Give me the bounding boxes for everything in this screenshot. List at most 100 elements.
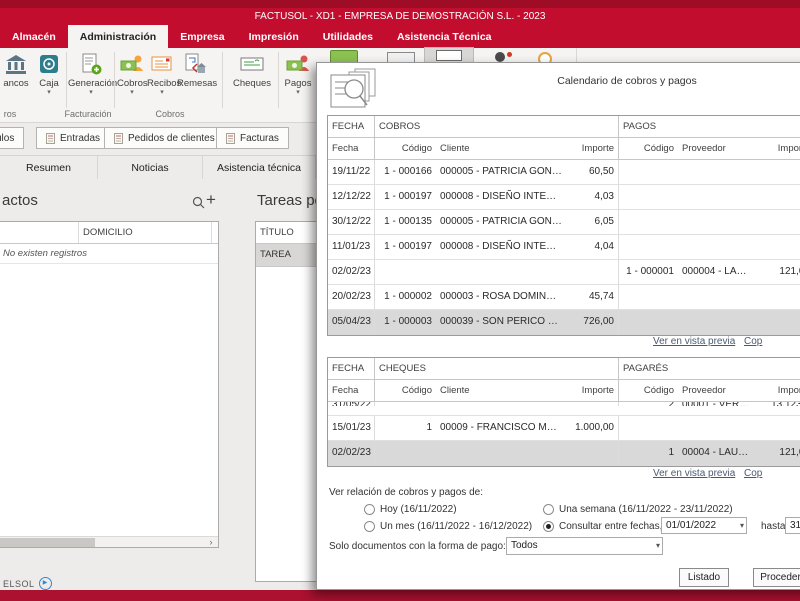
brand-area: ELSOL ▶ <box>3 577 52 590</box>
ribbon-separator <box>114 52 115 108</box>
proceder-button[interactable]: Proceder <box>753 568 800 587</box>
chevron-down-icon: ▾ <box>147 89 177 96</box>
ribbon-button-generacion[interactable]: Generación ▾ <box>68 52 114 96</box>
play-icon[interactable]: ▶ <box>39 577 52 590</box>
tab-asistencia-tecnica[interactable]: Asistencia técnica <box>203 156 316 179</box>
chevron-down-icon: ▾ <box>656 539 660 552</box>
radio-hoy[interactable] <box>364 504 375 515</box>
scrollbar-right-arrow[interactable]: › <box>205 537 217 547</box>
ribbon-group-label: Facturación <box>58 109 118 119</box>
chevron-down-icon: ▾ <box>117 89 147 96</box>
ribbon-button-bancos[interactable]: ancos <box>0 52 32 89</box>
search-icon[interactable] <box>192 196 205 209</box>
table-row[interactable]: 31/05/22 2 00001 - VERTICAL MADRID,... 1… <box>328 402 800 416</box>
table-row[interactable]: 30/12/22 1 - 000135 000005 - PATRICIA GO… <box>328 210 800 235</box>
menu-tab[interactable]: Impresión <box>237 25 311 48</box>
table-row[interactable]: 02/02/23 1 - 000001 000004 - LAURA MOLIN… <box>328 260 800 285</box>
radio-un-mes[interactable] <box>364 521 375 532</box>
horizontal-scrollbar[interactable]: › <box>0 536 218 547</box>
contacts-table: DOMICILIO No existen registros › <box>0 221 219 548</box>
table-row[interactable]: 02/02/23 1 00004 - LAURA MOLINA R... 121… <box>328 441 800 466</box>
scrollbar-thumb[interactable] <box>0 538 95 547</box>
desde-date-dropdown[interactable]: 01/01/2022 ▾ <box>661 517 747 534</box>
menu-tab[interactable]: Empresa <box>168 25 236 48</box>
calendar-icon <box>436 50 462 61</box>
column-header-row: Fecha Código Cliente Importe Código Prov… <box>328 138 800 160</box>
column-header-domicilio: DOMICILIO <box>79 227 211 238</box>
link-vista-previa[interactable]: Ver en vista previa <box>653 336 735 347</box>
radio-consultar-entre-fechas[interactable] <box>543 521 554 532</box>
menu-bar: AlmacénAdministraciónEmpresaImpresiónUti… <box>0 25 800 48</box>
top-strip <box>0 0 800 8</box>
ribbon-group-label: ros <box>0 109 20 119</box>
quicktab-facturas[interactable]: Facturas <box>216 127 289 149</box>
listado-button[interactable]: Listado <box>679 568 729 587</box>
tab-resumen[interactable]: Resumen <box>0 156 98 179</box>
add-contact-icon[interactable]: + <box>206 190 216 210</box>
radio-hoy-label: Hoy (16/11/2022) <box>380 504 457 515</box>
menu-tab[interactable]: Utilidades <box>311 25 385 48</box>
document-icon <box>114 133 123 144</box>
quicktab-pedidos-clientes[interactable]: Pedidos de clientes <box>104 127 225 149</box>
contacts-table-header: DOMICILIO <box>0 222 218 244</box>
menu-tab[interactable]: Asistencia Técnica <box>385 25 504 48</box>
link-copiar[interactable]: Cop <box>744 468 762 479</box>
ribbon-button-cheques[interactable]: Cheques <box>228 52 276 89</box>
ribbon-button-pagos[interactable]: Pagos ▾ <box>282 52 314 96</box>
ribbon-button-cobros[interactable]: Cobros ▾ <box>117 52 147 96</box>
money-person-red-icon <box>286 52 310 76</box>
chevron-down-icon: ▾ <box>282 89 314 96</box>
forma-pago-dropdown[interactable]: Todos ▾ <box>506 537 663 555</box>
bank-icon <box>4 52 28 76</box>
empty-records-text: No existen registros <box>0 248 90 259</box>
forma-pago-label: Solo documentos con la forma de pago: <box>329 541 506 552</box>
chevron-down-icon: ▾ <box>740 519 744 532</box>
column-header-row: Fecha Código Cliente Importe Código Prov… <box>328 380 800 402</box>
ribbon-button-recibos[interactable]: Recibos ▾ <box>147 52 177 96</box>
ribbon-button-remesas[interactable]: Remesas <box>177 52 213 89</box>
column-header-empty <box>0 222 79 243</box>
safe-icon <box>37 52 61 76</box>
filter-heading: Ver relación de cobros y pagos de: <box>329 487 483 498</box>
radio-una-semana-label: Una semana (16/11/2022 - 23/11/2022) <box>559 504 733 515</box>
group-header-row: FECHA COBROS PAGOS <box>328 116 800 138</box>
tasks-table: TÍTULO TAREA <box>255 221 325 582</box>
link-copiar[interactable]: Cop <box>744 336 762 347</box>
ribbon-button-caja[interactable]: Caja ▾ <box>33 52 65 96</box>
document-icon <box>46 133 55 144</box>
table-row[interactable]: 11/01/23 1 - 000197 000008 - DISEÑO INTE… <box>328 235 800 260</box>
person-icon <box>495 52 505 62</box>
notification-dot-icon <box>507 52 512 57</box>
menu-tab[interactable]: Administración <box>68 25 168 48</box>
tasks-title: Tareas pe <box>257 192 323 209</box>
table-row[interactable]: 15/01/23 1 00009 - FRANCISCO MORA... 1.0… <box>328 416 800 441</box>
cobros-pagos-table: FECHA COBROS PAGOS Fecha Código Cliente … <box>327 115 800 336</box>
receipt-icon <box>150 52 174 76</box>
tab-noticias[interactable]: Noticias <box>98 156 203 179</box>
table-row[interactable]: 05/04/23 1 - 000003 000039 - SON PERICO … <box>328 310 800 335</box>
document-plus-icon <box>79 52 103 76</box>
document-icon <box>226 133 235 144</box>
hasta-date-dropdown[interactable]: 31 ▾ <box>785 517 800 534</box>
brand-text: ELSOL <box>3 579 35 589</box>
table-row[interactable]: 19/11/22 1 - 000166 000005 - PATRICIA GO… <box>328 160 800 185</box>
menu-tab[interactable]: Almacén <box>0 25 68 48</box>
link-vista-previa[interactable]: Ver en vista previa <box>653 468 735 479</box>
radio-un-mes-label: Un mes (16/11/2022 - 16/12/2022) <box>380 521 532 532</box>
calendar-search-icon <box>329 67 391 113</box>
table-row[interactable]: 12/12/22 1 - 000197 000008 - DISEÑO INTE… <box>328 185 800 210</box>
quicktab-entradas[interactable]: Entradas <box>36 127 110 149</box>
ribbon-separator <box>66 52 67 108</box>
column-header-titulo: TÍTULO <box>256 222 324 244</box>
ribbon-group-label: Cobros <box>140 109 200 119</box>
remittance-icon <box>183 52 207 76</box>
task-row[interactable]: TAREA <box>256 244 324 267</box>
chevron-down-icon: ▾ <box>68 89 114 96</box>
quicktab-articulos[interactable]: ulos <box>0 127 24 149</box>
cheque-icon <box>240 52 264 76</box>
panel-tabs: Resumen Noticias Asistencia técnica <box>0 155 316 179</box>
ribbon-separator <box>222 52 223 108</box>
table-row[interactable]: 20/02/23 1 - 000002 000003 - ROSA DOMING… <box>328 285 800 310</box>
radio-una-semana[interactable] <box>543 504 554 515</box>
calendario-dialog: Calendario de cobros y pagos FECHA COBRO… <box>316 62 800 590</box>
